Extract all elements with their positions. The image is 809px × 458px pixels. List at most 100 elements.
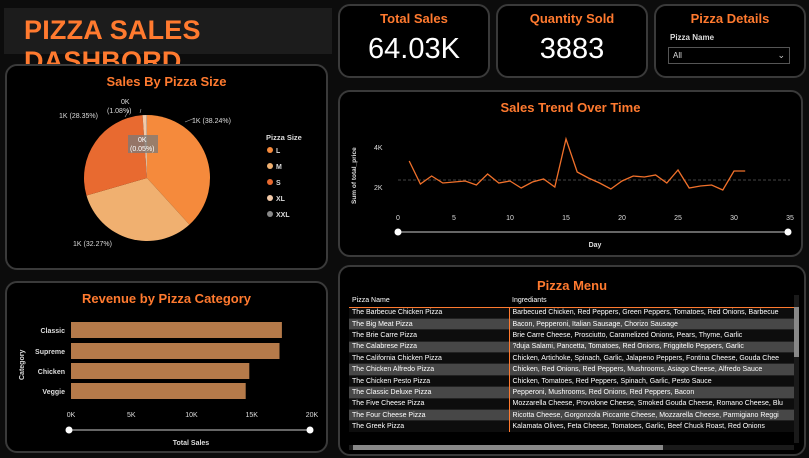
category-x-scroll-end-handle[interactable]	[306, 426, 314, 434]
pizza-menu-title: Pizza Menu	[536, 278, 608, 293]
menu-cell-ingredients: Chicken, Red Onions, Red Peppers, Mushro…	[509, 363, 794, 376]
total-sales-value: 64.03K	[368, 33, 460, 65]
trend-x-axis-label: Day	[589, 242, 602, 249]
menu-cell-ingredients: Chicken, Tomatoes, Red Peppers, Spinach,…	[509, 374, 794, 387]
menu-horizontal-scrollbar[interactable]	[349, 445, 794, 450]
leader-line-xl	[139, 108, 142, 114]
menu-row[interactable]: The Greek Pizza Kalamata Olives, Feta Che…	[349, 420, 794, 433]
pizza-menu-table: Pizza Name Ingrediants The Barbecue Chic…	[349, 295, 794, 433]
menu-row[interactable]: The Barbecue Chicken Pizza Barbecued Chic…	[349, 306, 794, 319]
menu-row[interactable]: The Big Meat Pizza Bacon, Pepperoni, Ital…	[349, 317, 794, 330]
menu-cell-pizza-name: The Chicken Alfredo Pizza	[349, 363, 510, 376]
pizza-details-card: Pizza Details Pizza Name All ⌄	[654, 4, 806, 78]
menu-cell-pizza-name: The Brie Carre Pizza	[349, 329, 510, 342]
menu-cell-pizza-name: The California Chicken Pizza	[349, 352, 510, 364]
menu-row[interactable]: The Calabrese Pizza ?duja Salami, Pancett…	[349, 340, 794, 353]
menu-cell-ingredients: Pepperoni, Mushrooms, Red Onions, Red Pe…	[509, 386, 794, 399]
legend-label-l: L	[276, 148, 281, 155]
size-legend: L M S XL XXL	[267, 147, 290, 219]
legend-marker-xl	[267, 195, 273, 201]
menu-row[interactable]: The Chicken Alfredo Pizza Chicken, Red On…	[349, 363, 794, 376]
menu-cell-pizza-name: The Chicken Pesto Pizza	[349, 374, 510, 387]
trend-x-tick-15: 15	[562, 215, 570, 222]
slice-label-s: 1K (28.35%)	[59, 113, 98, 120]
menu-header-pizza-name[interactable]: Pizza Name	[349, 295, 509, 308]
menu-row[interactable]: The Four Cheese Pizza Ricotta Cheese, Gor…	[349, 408, 794, 421]
menu-cell-pizza-name: The Classic Deluxe Pizza	[349, 386, 510, 399]
trend-y-tick-2k: 2K	[374, 185, 383, 192]
slice-label-l: 1K (38.24%)	[192, 118, 231, 125]
trend-x-tick-0: 0	[396, 215, 400, 222]
menu-hscroll-thumb[interactable]	[353, 445, 663, 450]
menu-row[interactable]: The Brie Carre Pizza Brie Carre Cheese, P…	[349, 329, 794, 342]
total-sales-card: Total Sales 64.03K	[338, 4, 490, 78]
total-sales-label: Total Sales	[380, 11, 448, 26]
slice-label-xl-pct: (1.08%)	[107, 108, 132, 115]
category-label-classic: Classic	[40, 328, 65, 335]
quantity-sold-value: 3883	[539, 33, 605, 65]
trend-x-scroll-end-handle[interactable]	[784, 228, 792, 236]
legend-marker-xxl	[267, 211, 273, 217]
dropdown-selected-value: All	[673, 51, 682, 60]
menu-cell-ingredients: Brie Carre Cheese, Prosciutto, Carameliz…	[509, 329, 794, 342]
quantity-sold-card: Quantity Sold 3883	[496, 4, 648, 78]
pizza-name-label: Pizza Name	[670, 33, 715, 42]
menu-cell-ingredients: Mozzarella Cheese, Provolone Cheese, Smo…	[509, 397, 794, 410]
category-x-tick-0k: 0K	[67, 412, 76, 419]
menu-cell-ingredients: Ricotta Cheese, Gorgonzola Piccante Chee…	[509, 408, 794, 421]
size-legend-title: Pizza Size	[266, 133, 302, 142]
menu-cell-pizza-name: The Barbecue Chicken Pizza	[349, 306, 510, 319]
trend-x-tick-35: 35	[786, 215, 794, 222]
menu-cell-ingredients: Barbecued Chicken, Red Peppers, Green Pe…	[509, 306, 794, 319]
quantity-sold-label: Quantity Sold	[529, 11, 615, 26]
dashboard-title-box: PIZZA SALES DASHBORD	[4, 8, 332, 76]
slice-label-m: 1K (32.27%)	[73, 241, 112, 248]
pizza-name-dropdown[interactable]: All ⌄	[668, 47, 790, 64]
legend-marker-s	[267, 179, 273, 185]
category-bar-chart: Category Classic Supreme Chicken Veggie 0K 5…	[19, 322, 319, 447]
menu-header-ingredients[interactable]: Ingrediants	[509, 295, 794, 308]
category-chart-card: Revenue by Pizza Category Category Class…	[5, 281, 328, 453]
slice-label-xxl-value: 0K	[138, 137, 147, 144]
trend-x-scroll-start-handle[interactable]	[394, 228, 402, 236]
menu-cell-ingredients: Kalamata Olives, Feta Cheese, Tomatoes, …	[509, 420, 794, 433]
category-x-tick-20k: 20K	[306, 412, 319, 419]
category-x-tick-15k: 15K	[246, 412, 259, 419]
trend-chart-card: Sales Trend Over Time Sum of total_price…	[338, 90, 803, 257]
trend-y-tick-4k: 4K	[374, 145, 383, 152]
menu-scrollbar-thumb[interactable]	[794, 307, 799, 357]
menu-cell-ingredients: ?duja Salami, Pancetta, Tomatoes, Red On…	[509, 340, 794, 353]
size-chart-card: Sales By Pizza Size 1K (38.24%) 1K (32.2…	[5, 64, 328, 270]
menu-cell-ingredients: Chicken, Artichoke, Spinach, Garlic, Jal…	[509, 352, 794, 364]
category-label-chicken: Chicken	[38, 369, 65, 376]
slice-label-xxl-pct: (0.05%)	[130, 146, 155, 153]
menu-cell-ingredients: Bacon, Pepperoni, Italian Sausage, Chori…	[509, 317, 794, 330]
category-bar-chicken[interactable]	[71, 363, 250, 379]
trend-y-axis-label: Sum of total_price	[351, 147, 358, 204]
trend-series-line	[408, 136, 746, 191]
category-bar-supreme[interactable]	[71, 343, 280, 359]
legend-marker-m	[267, 163, 273, 169]
menu-row[interactable]: The California Chicken Pizza Chicken, Art…	[349, 352, 794, 364]
menu-cell-pizza-name: The Big Meat Pizza	[349, 317, 510, 330]
trend-x-tick-25: 25	[674, 215, 682, 222]
menu-row[interactable]: The Classic Deluxe Pizza Pepperoni, Mushr…	[349, 386, 794, 399]
menu-cell-pizza-name: The Four Cheese Pizza	[349, 408, 510, 421]
legend-label-m: M	[276, 164, 282, 171]
legend-label-xxl: XXL	[276, 212, 290, 219]
category-x-scroll-start-handle[interactable]	[65, 426, 73, 434]
menu-vertical-scrollbar[interactable]	[794, 295, 799, 443]
size-pie-chart: 1K (38.24%) 1K (32.27%) 1K (28.35%) 0K (…	[59, 99, 302, 248]
trend-x-tick-30: 30	[730, 215, 738, 222]
trend-x-tick-20: 20	[618, 215, 626, 222]
category-label-supreme: Supreme	[35, 349, 65, 356]
category-label-veggie: Veggie	[42, 389, 65, 396]
category-bar-veggie[interactable]	[71, 383, 246, 399]
trend-x-tick-5: 5	[452, 215, 456, 222]
menu-row[interactable]: The Five Cheese Pizza Mozzarella Cheese, …	[349, 397, 794, 410]
chevron-down-icon: ⌄	[777, 50, 785, 60]
category-bar-classic[interactable]	[71, 322, 282, 338]
menu-row[interactable]: The Chicken Pesto Pizza Chicken, Tomatoes…	[349, 374, 794, 387]
menu-cell-pizza-name: The Calabrese Pizza	[349, 340, 510, 353]
category-x-tick-10k: 10K	[185, 412, 198, 419]
